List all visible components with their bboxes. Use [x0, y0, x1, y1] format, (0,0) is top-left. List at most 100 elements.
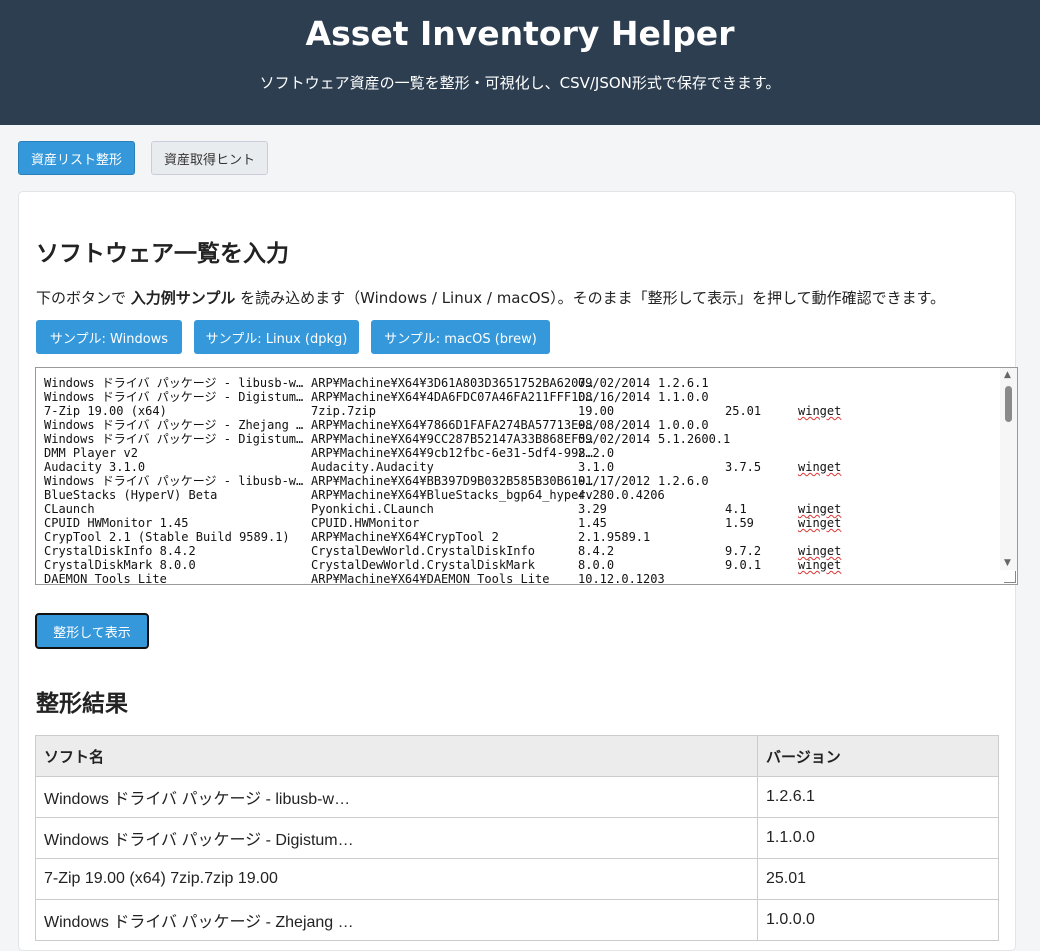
- result-header-row: ソフト名 バージョン: [35, 735, 999, 777]
- textarea-cell: 1.2.6.0: [658, 474, 709, 488]
- result-table: ソフト名 バージョン Windows ドライバ パッケージ - libusb-w…: [35, 735, 999, 941]
- table-row: Windows ドライバ パッケージ - libusb-w… 1.2.6.1: [35, 776, 999, 818]
- textarea-cell: DMM Player v2: [44, 446, 138, 460]
- textarea-cell: 08/08/2014: [578, 418, 651, 432]
- cell-version: 1.2.6.1: [757, 776, 999, 818]
- desc-bold: 入力例サンプル: [130, 289, 236, 307]
- textarea-cell: 1.0.0.0: [658, 418, 709, 432]
- textarea-cell: 5.1.2600.1: [658, 432, 731, 446]
- sample-linux-button[interactable]: サンプル: Linux (dpkg): [194, 320, 359, 354]
- textarea-cell: ARP¥Machine¥X64¥9cb12fbc-6e31-5df4-998…: [311, 446, 593, 460]
- tab-asset-list-format[interactable]: 資産リスト整形: [18, 141, 136, 175]
- textarea-cell: ARP¥Machine¥X64¥BlueStacks_bgp64_hyperv: [311, 488, 593, 502]
- textarea-cell: Windows ドライバ パッケージ - Zhejang …: [44, 418, 304, 432]
- result-title: 整形結果: [36, 691, 128, 717]
- textarea-cell: winget: [798, 516, 842, 530]
- textarea-cell: ARP¥Machine¥X64¥3D61A803D3651752BA6207…: [311, 376, 593, 390]
- desc-prefix: 下のボタンで: [36, 289, 127, 307]
- cell-version: 1.0.0.0: [757, 899, 999, 941]
- input-description: 下のボタンで 入力例サンプル を読み込めます（Windows / Linux /…: [36, 287, 945, 308]
- textarea-cell: CrystalDiskInfo 8.4.2: [44, 544, 196, 558]
- textarea-cell: winget: [798, 502, 842, 516]
- textarea-cell: 7zip.7zip: [311, 404, 377, 418]
- textarea-cell: 09/02/2014: [578, 432, 651, 446]
- scroll-down-icon[interactable]: ▼: [1004, 558, 1011, 568]
- textarea-cell: CrypTool 2.1 (Stable Build 9589.1): [44, 530, 290, 544]
- textarea-cell: winget: [798, 460, 842, 474]
- app-subtitle: ソフトウェア資産の一覧を整形・可視化し、CSV/JSON形式で保存できます。: [259, 74, 781, 92]
- cell-version: 1.1.0.0: [757, 817, 999, 859]
- format-display-button[interactable]: 整形して表示: [35, 613, 149, 649]
- cell-version: 25.01: [757, 858, 999, 900]
- textarea-cell: ARP¥Machine¥X64¥DAEMON Tools Lite: [311, 572, 550, 585]
- textarea-cell: DAEMON Tools Lite: [44, 572, 167, 585]
- textarea-cell: Windows ドライバ パッケージ - Digistum…: [44, 390, 304, 404]
- textarea-cell: ARP¥Machine¥X64¥9CC287B52147A33B868EF5…: [311, 432, 593, 446]
- textarea-cell: 1.1.0.0: [658, 390, 709, 404]
- sample-buttons: サンプル: Windows サンプル: Linux (dpkg) サンプル: m…: [36, 320, 550, 354]
- textarea-cell: winget: [798, 404, 842, 418]
- textarea-cell: ARP¥Machine¥X64¥4DA6FDC07A46FA211FFF1D…: [311, 390, 593, 404]
- textarea-cell: 01/17/2012: [578, 474, 651, 488]
- table-row: Windows ドライバ パッケージ - Zhejang … 1.0.0.0: [35, 899, 999, 941]
- textarea-cell: CPUID.HWMonitor: [311, 516, 420, 530]
- table-row: 7-Zip 19.00 (x64) 7zip.7zip 19.00 25.01: [35, 858, 999, 900]
- textarea-cell: 09/02/2014: [578, 376, 651, 390]
- textarea-cell: 25.01: [725, 404, 762, 418]
- textarea-cell: Audacity.Audacity: [311, 460, 434, 474]
- textarea-cell: Audacity 3.1.0: [44, 460, 146, 474]
- textarea-cell: CLaunch: [44, 502, 95, 516]
- sample-macos-button[interactable]: サンプル: macOS (brew): [371, 320, 550, 354]
- textarea-cell: Pyonkichi.CLaunch: [311, 502, 434, 516]
- textarea-scrollbar[interactable]: ▲ ▼: [1000, 368, 1017, 570]
- scroll-thumb[interactable]: [1005, 386, 1012, 422]
- textarea-cell: 4.1: [725, 502, 747, 516]
- tab-bar: 資産リスト整形 資産取得ヒント: [18, 141, 269, 175]
- app-title: Asset Inventory Helper: [305, 14, 735, 53]
- textarea-cell: ARP¥Machine¥X64¥BB397D9B032B585B30B619…: [311, 474, 593, 488]
- textarea-cell: 10.12.0.1203: [578, 572, 665, 585]
- textarea-cell: Windows ドライバ パッケージ - libusb-w…: [44, 474, 304, 488]
- textarea-cell: CrystalDewWorld.CrystalDiskInfo: [311, 544, 535, 558]
- cell-software-name: 7-Zip 19.00 (x64) 7zip.7zip 19.00: [35, 858, 758, 900]
- textarea-cell: Windows ドライバ パッケージ - libusb-w…: [44, 376, 304, 390]
- cell-software-name: Windows ドライバ パッケージ - Digistum…: [35, 817, 758, 859]
- textarea-cell: 19.00: [578, 404, 615, 418]
- textarea-cell: 3.1.0: [578, 460, 615, 474]
- cell-software-name: Windows ドライバ パッケージ - libusb-w…: [35, 776, 758, 818]
- tab-asset-hint[interactable]: 資産取得ヒント: [151, 141, 269, 175]
- textarea-cell: 2.2.0: [578, 446, 615, 460]
- sample-windows-button[interactable]: サンプル: Windows: [36, 320, 182, 354]
- textarea-cell: winget: [798, 544, 842, 558]
- table-row: Windows ドライバ パッケージ - Digistum… 1.1.0.0: [35, 817, 999, 859]
- column-header-version: バージョン: [757, 735, 999, 777]
- software-list-textarea[interactable]: Windows ドライバ パッケージ - libusb-w… ARP¥Machin…: [35, 367, 1018, 585]
- textarea-cell: 3.7.5: [725, 460, 762, 474]
- main-card: ソフトウェア一覧を入力 下のボタンで 入力例サンプル を読み込めます（Windo…: [18, 191, 1018, 951]
- textarea-cell: 1.2.6.1: [658, 376, 709, 390]
- textarea-cell: 3.29: [578, 502, 607, 516]
- desc-suffix: を読み込めます（Windows / Linux / macOS）。そのまま「整形…: [240, 289, 946, 307]
- textarea-cell: winget: [798, 558, 842, 572]
- textarea-cell: ARP¥Machine¥X64¥CrypTool 2: [311, 530, 499, 544]
- textarea-cell: Windows ドライバ パッケージ - Digistum…: [44, 432, 304, 446]
- textarea-cell: CPUID HWMonitor 1.45: [44, 516, 189, 530]
- textarea-cell: 8.4.2: [578, 544, 615, 558]
- scroll-up-icon[interactable]: ▲: [1004, 370, 1011, 380]
- textarea-cell: 7-Zip 19.00 (x64): [44, 404, 167, 418]
- textarea-cell: BlueStacks (HyperV) Beta: [44, 488, 218, 502]
- textarea-cell: 8.0.0: [578, 558, 615, 572]
- textarea-cell: CrystalDewWorld.CrystalDiskMark: [311, 558, 535, 572]
- textarea-cell: 1.59: [725, 516, 754, 530]
- input-section-title: ソフトウェア一覧を入力: [36, 241, 289, 267]
- textarea-cell: 9.7.2: [725, 544, 762, 558]
- textarea-cell: 08/16/2014: [578, 390, 651, 404]
- resize-handle-icon[interactable]: [1004, 571, 1016, 583]
- textarea-cell: 2.1.9589.1: [578, 530, 651, 544]
- result-body: Windows ドライバ パッケージ - libusb-w… 1.2.6.1 Win…: [35, 776, 999, 941]
- column-header-name: ソフト名: [35, 735, 758, 777]
- textarea-cell: 1.45: [578, 516, 607, 530]
- textarea-cell: ARP¥Machine¥X64¥7866D1FAFA274BA57713E9…: [311, 418, 593, 432]
- textarea-cell: 4.280.0.4206: [578, 488, 665, 502]
- cell-software-name: Windows ドライバ パッケージ - Zhejang …: [35, 899, 758, 941]
